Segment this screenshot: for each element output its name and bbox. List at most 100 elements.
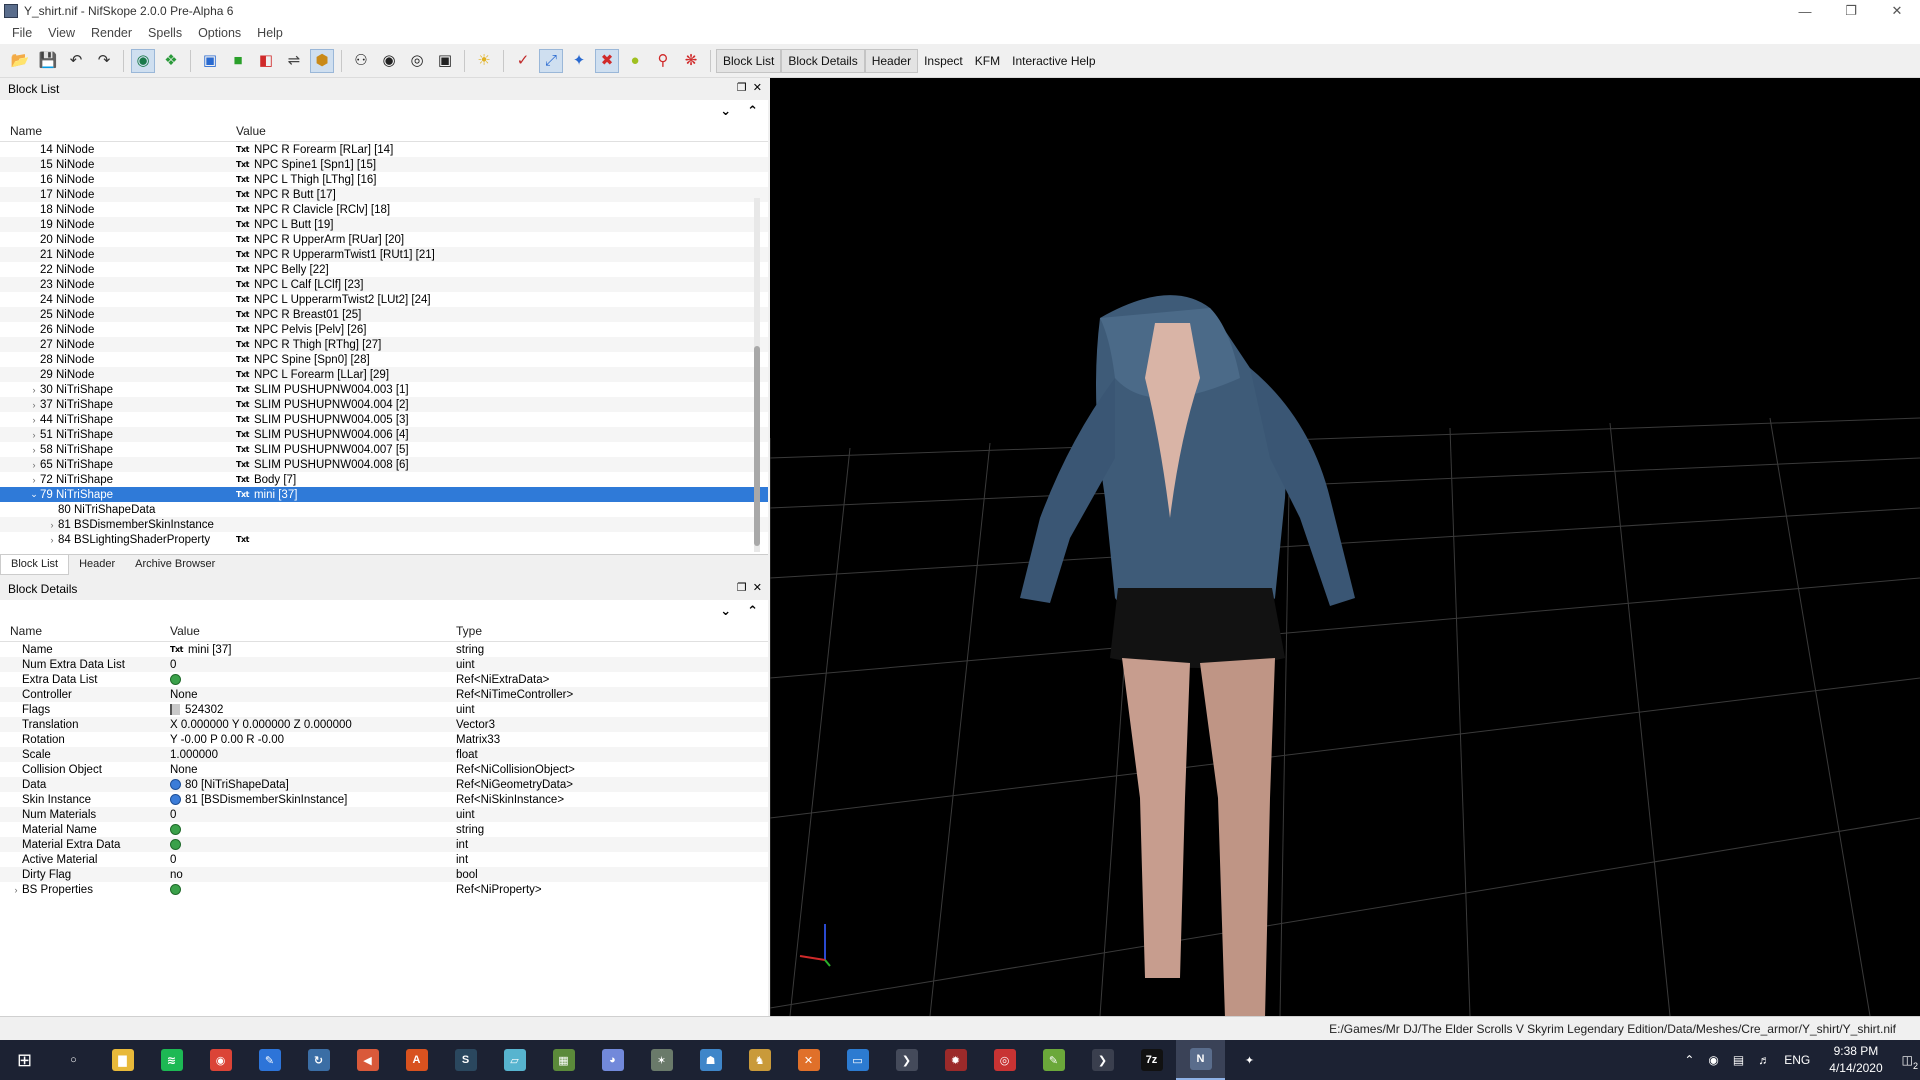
- block-list-row[interactable]: 24 NiNode Txt NPC L UpperarmTwist2 [LUt2] …: [0, 292, 768, 307]
- field-value[interactable]: mini [37]: [188, 644, 231, 656]
- taskbar-app-orange-x-icon[interactable]: ✕: [784, 1040, 833, 1080]
- expand-arrow-icon[interactable]: ›: [28, 400, 40, 410]
- undo-icon[interactable]: ↶: [64, 49, 88, 73]
- column-name[interactable]: Name: [0, 124, 236, 138]
- block-list-row[interactable]: 14 NiNode Txt NPC R Forearm [RLar] [14]: [0, 142, 768, 157]
- block-list-row[interactable]: 29 NiNode Txt NPC L Forearm [LLar] [29]: [0, 367, 768, 382]
- toggle-inspect[interactable]: Inspect: [918, 49, 969, 73]
- block-link-icon[interactable]: [170, 794, 181, 805]
- block-detail-row[interactable]: Data 80 [NiTriShapeData] Ref<NiGeometryDat…: [0, 777, 768, 792]
- open-file-icon[interactable]: 📂: [8, 49, 32, 73]
- block-list-row[interactable]: › 30 NiTriShape Txt SLIM PUSHUPNW004.003 [1…: [0, 382, 768, 397]
- expand-all-icon[interactable]: ⌄: [720, 103, 731, 119]
- field-value[interactable]: None: [170, 689, 198, 701]
- taskbar-app-cyan-icon[interactable]: ▱: [490, 1040, 539, 1080]
- expand-arrow-icon[interactable]: ⌄: [28, 489, 40, 500]
- taskbar-discord-icon[interactable]: ◕: [588, 1040, 637, 1080]
- block-list-row[interactable]: › 37 NiTriShape Txt SLIM PUSHUPNW004.004 [2…: [0, 397, 768, 412]
- float-panel-icon[interactable]: ❐: [737, 81, 747, 94]
- block-list-row[interactable]: 15 NiNode Txt NPC Spine1 [Spn1] [15]: [0, 157, 768, 172]
- expand-arrow-icon[interactable]: ›: [28, 475, 40, 485]
- menu-spells[interactable]: Spells: [140, 26, 190, 40]
- taskbar-cortana-search-icon[interactable]: ○: [49, 1040, 98, 1080]
- field-value[interactable]: 80 [NiTriShapeData]: [185, 779, 289, 791]
- block-list-row[interactable]: ⌄ 79 NiTriShape Txt mini [37]: [0, 487, 768, 502]
- block-list-scrollbar[interactable]: [754, 198, 760, 552]
- collapse-all-icon[interactable]: ⌃: [747, 603, 758, 619]
- ref-link-icon[interactable]: [170, 884, 181, 895]
- taskbar-app-orange-icon[interactable]: A: [392, 1040, 441, 1080]
- menu-options[interactable]: Options: [190, 26, 249, 40]
- block-detail-row[interactable]: Extra Data List Ref<NiExtraData>: [0, 672, 768, 687]
- tab-block-list[interactable]: Block List: [0, 555, 70, 575]
- block-list-row[interactable]: › 65 NiTriShape Txt SLIM PUSHUPNW004.008 [6…: [0, 457, 768, 472]
- block-list-row[interactable]: 23 NiNode Txt NPC L Calf [LClf] [23]: [0, 277, 768, 292]
- select-object-icon[interactable]: ◉: [131, 48, 155, 73]
- close-button[interactable]: ✕: [1874, 0, 1920, 22]
- block-link-icon[interactable]: [170, 779, 181, 790]
- column-value[interactable]: Value: [170, 624, 456, 638]
- block-list-row[interactable]: › 72 NiTriShape Txt Body [7]: [0, 472, 768, 487]
- taskbar-app-creature-icon[interactable]: ♞: [735, 1040, 784, 1080]
- block-list-row[interactable]: › 51 NiTriShape Txt SLIM PUSHUPNW004.006 [4…: [0, 427, 768, 442]
- show-havok-icon[interactable]: ⚲: [651, 49, 675, 73]
- eye-hide-icon[interactable]: ◎: [405, 49, 429, 73]
- minimize-button[interactable]: —: [1782, 0, 1828, 22]
- block-list-row[interactable]: › 81 BSDismemberSkinInstance: [0, 517, 768, 532]
- clock[interactable]: 9:38 PM 4/14/2020: [1817, 1043, 1894, 1077]
- ref-link-icon[interactable]: [170, 674, 181, 685]
- float-panel-icon[interactable]: ❐: [737, 581, 747, 594]
- volume-icon[interactable]: ♬: [1751, 1053, 1777, 1067]
- block-detail-row[interactable]: Scale 1.000000 float: [0, 747, 768, 762]
- walk-mode-icon[interactable]: ⚇: [349, 49, 373, 73]
- block-list-row[interactable]: 17 NiNode Txt NPC R Butt [17]: [0, 187, 768, 202]
- windows-start-icon[interactable]: ⊞: [0, 1040, 49, 1080]
- block-list-row[interactable]: 22 NiNode Txt NPC Belly [22]: [0, 262, 768, 277]
- taskbar-app-window-icon[interactable]: ▭: [833, 1040, 882, 1080]
- lightbulb-icon[interactable]: ☀: [472, 49, 496, 73]
- taskbar-spotify-icon[interactable]: ≋: [147, 1040, 196, 1080]
- block-list-row[interactable]: 16 NiNode Txt NPC L Thigh [LThg] [16]: [0, 172, 768, 187]
- block-list-row[interactable]: › 44 NiTriShape Txt SLIM PUSHUPNW004.005 [3…: [0, 412, 768, 427]
- taskbar-app-arrow-icon[interactable]: ❯: [882, 1040, 931, 1080]
- flag-icon[interactable]: [170, 704, 180, 715]
- taskbar-minecraft-icon[interactable]: ▦: [539, 1040, 588, 1080]
- field-value[interactable]: 81 [BSDismemberSkinInstance]: [185, 794, 347, 806]
- ref-link-icon[interactable]: [170, 824, 181, 835]
- toggle-block-details[interactable]: Block Details: [781, 48, 865, 73]
- column-value[interactable]: Value: [236, 124, 266, 138]
- taskbar-steam-icon[interactable]: S: [441, 1040, 490, 1080]
- view-side-icon[interactable]: ◧: [254, 49, 278, 73]
- block-list-row[interactable]: 80 NiTriShapeData: [0, 502, 768, 517]
- view-front-icon[interactable]: ▣: [198, 49, 222, 73]
- restore-button[interactable]: ❐: [1828, 0, 1874, 22]
- tray-chevron-icon[interactable]: ⌃: [1677, 1053, 1701, 1067]
- taskbar-file-explorer-icon[interactable]: ▇: [98, 1040, 147, 1080]
- block-list-row[interactable]: › 58 NiTriShape Txt SLIM PUSHUPNW004.007 [5…: [0, 442, 768, 457]
- network-icon[interactable]: ▤: [1726, 1053, 1751, 1067]
- expand-arrow-icon[interactable]: ›: [28, 460, 40, 470]
- tab-header[interactable]: Header: [69, 555, 125, 575]
- block-detail-row[interactable]: Num Materials 0 uint: [0, 807, 768, 822]
- menu-view[interactable]: View: [40, 26, 83, 40]
- block-list-row[interactable]: 26 NiNode Txt NPC Pelvis [Pelv] [26]: [0, 322, 768, 337]
- expand-arrow-icon[interactable]: ›: [46, 535, 58, 545]
- field-value[interactable]: 1.000000: [170, 749, 218, 761]
- block-list-row[interactable]: 28 NiNode Txt NPC Spine [Spn0] [28]: [0, 352, 768, 367]
- expand-arrow-icon[interactable]: ›: [28, 445, 40, 455]
- block-detail-row[interactable]: › BS Properties Ref<NiProperty>: [0, 882, 768, 897]
- column-name[interactable]: Name: [0, 624, 170, 638]
- view-flip-icon[interactable]: ⇌: [282, 49, 306, 73]
- taskbar-app-arrow-2-icon[interactable]: ❯: [1078, 1040, 1127, 1080]
- render-viewport[interactable]: [770, 78, 1920, 1016]
- column-type[interactable]: Type: [456, 624, 482, 638]
- block-detail-row[interactable]: Skin Instance 81 [BSDismemberSkinInstance…: [0, 792, 768, 807]
- field-value[interactable]: no: [170, 869, 183, 881]
- expand-arrow-icon[interactable]: ›: [28, 430, 40, 440]
- collapse-all-icon[interactable]: ⌃: [747, 103, 758, 119]
- toggle-header[interactable]: Header: [864, 48, 919, 73]
- block-detail-row[interactable]: Collision Object None Ref<NiCollisionObjec…: [0, 762, 768, 777]
- close-panel-icon[interactable]: ✕: [753, 81, 762, 94]
- block-detail-row[interactable]: Flags 524302 uint: [0, 702, 768, 717]
- toggle-block-list[interactable]: Block List: [716, 48, 782, 73]
